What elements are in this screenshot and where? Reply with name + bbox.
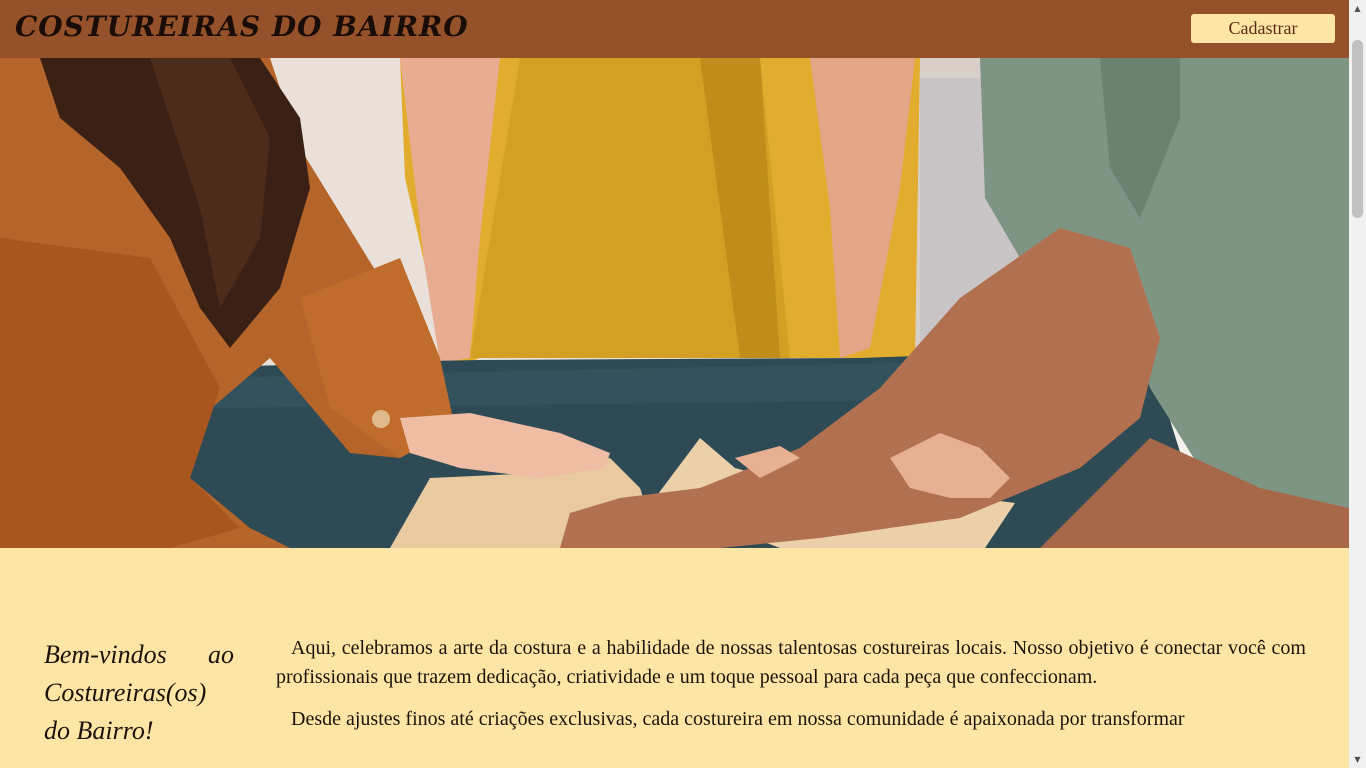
welcome-heading: Bem-vindos ao Costureiras(os) do Bairro! (44, 640, 234, 745)
triangle-up-icon[interactable]: ▲ (1349, 0, 1366, 17)
page: COSTUREIRAS DO BAIRRO Cadastrar Bem-vind… (0, 0, 1349, 768)
top-navbar: COSTUREIRAS DO BAIRRO Cadastrar (0, 0, 1349, 58)
scrollbar-thumb[interactable] (1352, 40, 1363, 218)
signup-button[interactable]: Cadastrar (1191, 14, 1335, 43)
intro-text: Aqui, celebramos a arte da costura e a h… (276, 634, 1306, 747)
intro-paragraph: Aqui, celebramos a arte da costura e a h… (276, 637, 1306, 688)
hero-image (0, 58, 1349, 548)
intro-paragraph: Desde ajustes finos até criações exclusi… (291, 708, 1185, 730)
triangle-down-icon[interactable]: ▼ (1349, 751, 1366, 768)
brand-logo-text[interactable]: COSTUREIRAS DO BAIRRO (15, 10, 469, 43)
vertical-scrollbar[interactable]: ▲ ▼ (1349, 0, 1366, 768)
hero-photo-illustration (0, 58, 1349, 548)
